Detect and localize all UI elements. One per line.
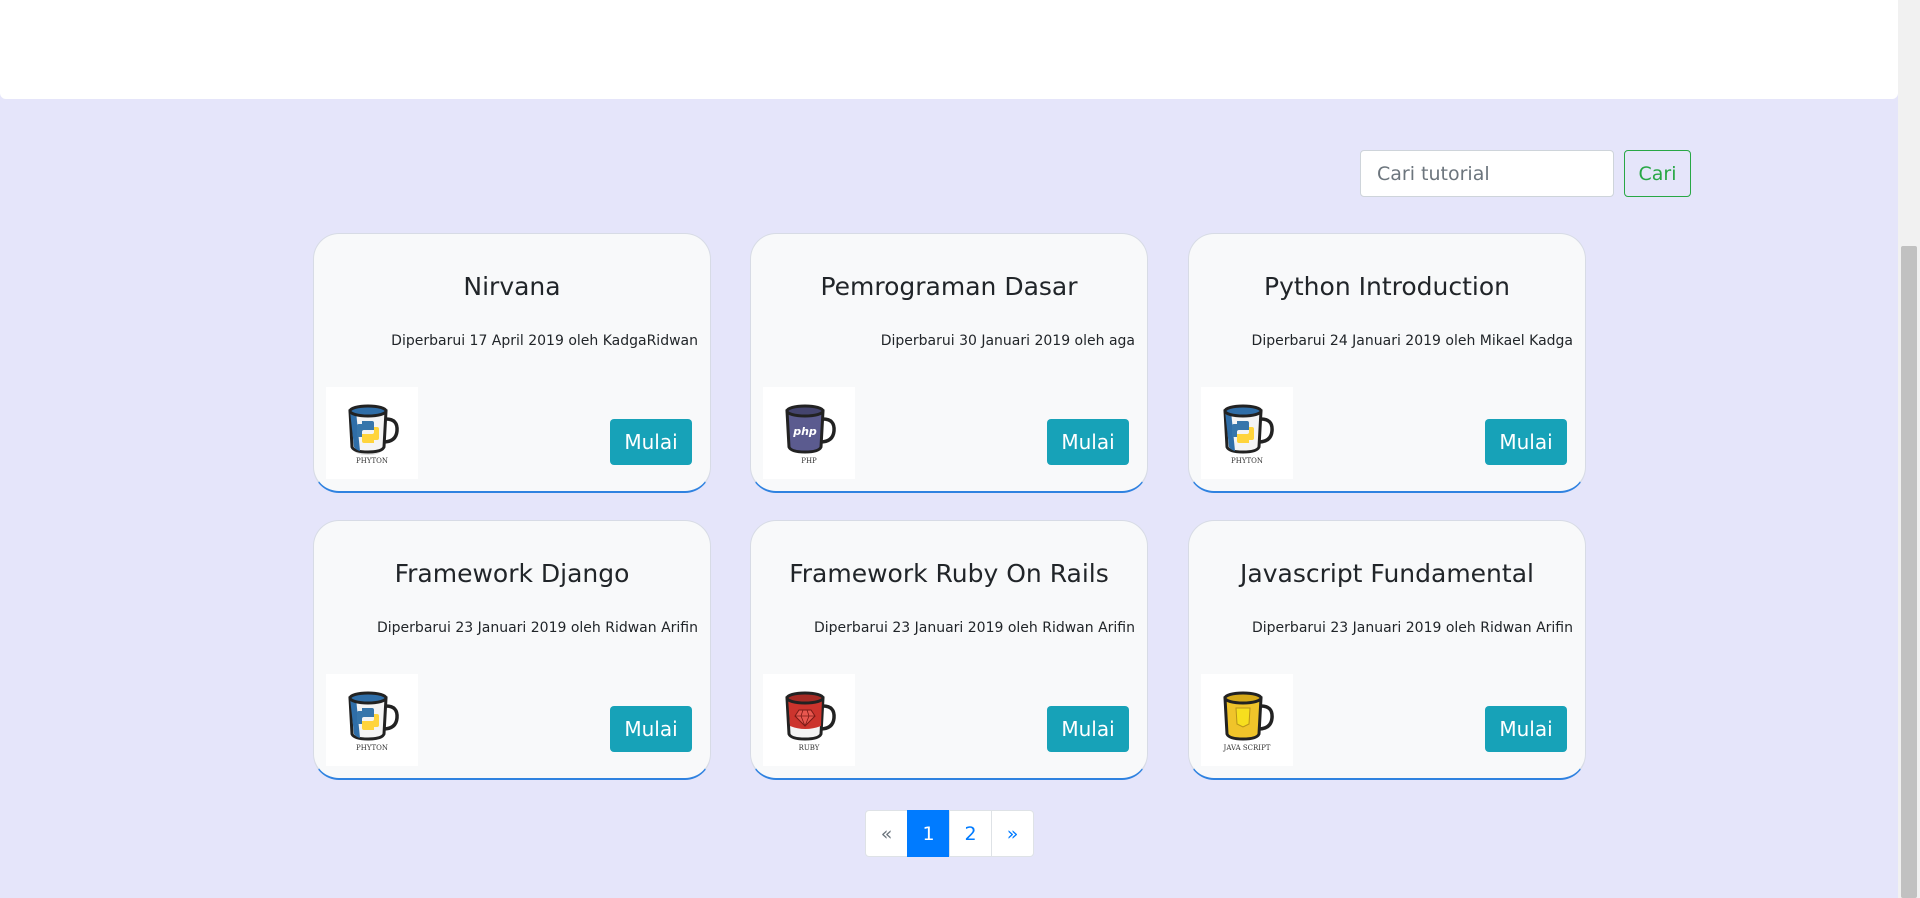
card-title: Framework Django <box>394 559 630 588</box>
search-input[interactable] <box>1360 150 1614 197</box>
thumb-label: PHP <box>801 457 817 465</box>
card-title: Nirvana <box>463 272 561 301</box>
pagination-page-1[interactable]: 1 <box>907 810 950 857</box>
search-button[interactable]: Cari <box>1624 150 1691 197</box>
thumb-label: PHYTON <box>356 744 388 752</box>
php-mug-icon: php PHP <box>763 387 855 479</box>
tutorial-card: Nirvana Diperbarui 17 April 2019 oleh Ka… <box>313 233 711 493</box>
card-meta: Diperbarui 23 Januari 2019 oleh Ridwan A… <box>1252 620 1573 636</box>
python-mug-icon: PHYTON <box>326 674 418 766</box>
tutorial-card: Javascript Fundamental Diperbarui 23 Jan… <box>1188 520 1586 780</box>
pagination-prev[interactable]: « <box>865 810 908 857</box>
card-title: Javascript Fundamental <box>1240 559 1534 588</box>
mulai-button[interactable]: Mulai <box>610 419 692 465</box>
javascript-mug-icon: JAVA SCRIPT <box>1201 674 1293 766</box>
thumb-label: PHYTON <box>1231 457 1263 465</box>
python-mug-icon: PHYTON <box>326 387 418 479</box>
search-form: Cari <box>1360 150 1691 197</box>
card-meta: Diperbarui 23 Januari 2019 oleh Ridwan A… <box>377 620 698 636</box>
mulai-button[interactable]: Mulai <box>1485 706 1567 752</box>
card-meta: Diperbarui 23 Januari 2019 oleh Ridwan A… <box>814 620 1135 636</box>
mulai-button[interactable]: Mulai <box>610 706 692 752</box>
tutorial-card: Framework Ruby On Rails Diperbarui 23 Ja… <box>750 520 1148 780</box>
card-meta: Diperbarui 30 Januari 2019 oleh aga <box>880 333 1135 349</box>
pagination: « 1 2 » <box>865 810 1034 857</box>
tutorial-card: Python Introduction Diperbarui 24 Januar… <box>1188 233 1586 493</box>
mulai-button[interactable]: Mulai <box>1047 706 1129 752</box>
python-mug-icon: PHYTON <box>1201 387 1293 479</box>
scrollbar[interactable] <box>1898 0 1920 898</box>
thumb-label: JAVA SCRIPT <box>1223 744 1271 752</box>
card-title: Framework Ruby On Rails <box>789 559 1109 588</box>
tutorial-card: Framework Django Diperbarui 23 Januari 2… <box>313 520 711 780</box>
pagination-page-2[interactable]: 2 <box>949 810 992 857</box>
card-title: Python Introduction <box>1264 272 1510 301</box>
scrollbar-thumb[interactable] <box>1901 246 1917 898</box>
card-title: Pemrograman Dasar <box>820 272 1078 301</box>
card-meta: Diperbarui 24 Januari 2019 oleh Mikael K… <box>1251 333 1573 349</box>
thumb-logo-text: php <box>793 425 817 438</box>
mulai-button[interactable]: Mulai <box>1047 419 1129 465</box>
mulai-button[interactable]: Mulai <box>1485 419 1567 465</box>
top-navbar <box>0 0 1898 99</box>
thumb-label: RUBY <box>798 744 820 752</box>
card-meta: Diperbarui 17 April 2019 oleh KadgaRidwa… <box>391 333 698 349</box>
tutorial-card: Pemrograman Dasar Diperbarui 30 Januari … <box>750 233 1148 493</box>
ruby-mug-icon: RUBY <box>763 674 855 766</box>
thumb-label: PHYTON <box>356 457 388 465</box>
pagination-next[interactable]: » <box>991 810 1034 857</box>
